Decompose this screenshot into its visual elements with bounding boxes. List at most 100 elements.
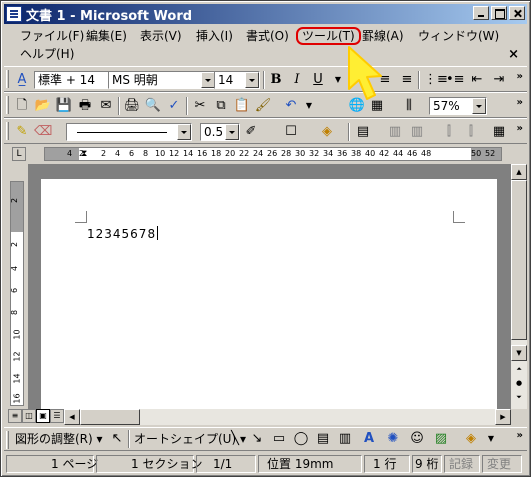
menu-insert[interactable]: 挿入(I) — [194, 27, 235, 45]
picture-icon[interactable]: ▨ — [432, 430, 450, 448]
numbering-icon[interactable]: ⋮≡ — [424, 71, 448, 89]
horizontal-scrollbar[interactable]: ≡ ◫ ▣ ☰ ◀ ▶ — [4, 409, 527, 425]
copy-icon[interactable]: ⧉ — [212, 97, 230, 115]
undo-dropdown-icon[interactable]: ▼ — [300, 97, 318, 115]
paste-icon[interactable]: 📋 — [233, 97, 251, 115]
menu-window[interactable]: ウィンドウ(W) — [416, 27, 501, 45]
oval-icon[interactable]: ◯ — [292, 430, 310, 448]
scroll-left-icon[interactable]: ◀ — [64, 409, 80, 425]
distribute-icon[interactable]: ⫿ — [462, 123, 480, 141]
vertical-scrollbar[interactable]: ▲ ▼ ⏶ ● ⏷ — [511, 164, 527, 409]
ruler-number: 12 — [169, 149, 180, 158]
table-autoformat-icon[interactable]: ▦ — [490, 123, 508, 141]
more-buttons-icon[interactable]: » — [517, 430, 523, 441]
chevron-down-icon[interactable] — [225, 124, 239, 140]
vertical-ruler[interactable]: 2 2 4 6 8 10 12 14 16 — [10, 181, 24, 406]
chevron-down-icon[interactable] — [177, 124, 191, 140]
outside-border-icon[interactable]: ☐ — [282, 123, 300, 141]
outline-view-icon[interactable]: ☰ — [50, 409, 64, 423]
shading-color-icon[interactable]: ◈ — [318, 123, 336, 141]
pointer-icon[interactable]: ↖ — [108, 430, 126, 448]
bullets-icon[interactable]: •≡ — [446, 71, 465, 89]
spelling-icon[interactable]: ✓ — [165, 97, 183, 115]
font-combo[interactable]: MS 明朝 — [108, 71, 216, 89]
normal-view-icon[interactable]: ≡ — [8, 409, 22, 423]
preview-icon[interactable]: 🔍 — [144, 97, 162, 115]
close-button[interactable] — [509, 6, 525, 20]
menu-edit[interactable]: 編集(E) — [84, 27, 129, 45]
insert-table-icon[interactable]: ▤ — [354, 123, 372, 141]
rectangle-icon[interactable]: ▭ — [270, 430, 288, 448]
indent-marker-icon[interactable]: ⧗ — [81, 148, 87, 160]
chevron-down-icon[interactable] — [201, 72, 215, 88]
next-page-icon[interactable]: ⏷ — [511, 390, 527, 406]
web-view-icon[interactable]: ◫ — [22, 409, 36, 423]
undo-icon[interactable]: ↶ — [282, 97, 300, 115]
status-trk[interactable]: 変更 — [482, 455, 522, 473]
cut-icon[interactable]: ✂ — [191, 97, 209, 115]
fill-color-icon[interactable]: ◈ — [462, 430, 480, 448]
chevron-down-icon[interactable] — [472, 98, 486, 114]
menu-view[interactable]: 表示(V) — [138, 27, 184, 45]
border-color-icon[interactable]: ✐ — [242, 123, 260, 141]
word-app-icon[interactable] — [6, 6, 22, 22]
more-buttons-icon[interactable]: » — [517, 71, 523, 82]
merge-cells-icon[interactable]: ▥ — [386, 123, 404, 141]
line-icon[interactable]: ╲ — [226, 430, 244, 448]
increase-indent-icon[interactable]: ⇥ — [490, 71, 508, 89]
pencil-icon[interactable]: ✎ — [13, 123, 31, 141]
vertical-textbox-icon[interactable]: ▥ — [336, 430, 354, 448]
document-text[interactable]: 12345678 — [87, 226, 159, 241]
line-weight-combo[interactable]: 0.5 — [200, 123, 240, 141]
scroll-down-icon[interactable]: ▼ — [511, 345, 527, 361]
ruler-number: 2 — [10, 241, 20, 248]
hscroll-track[interactable] — [140, 409, 495, 425]
bold-button[interactable]: B — [267, 71, 285, 89]
align-icon[interactable]: ⫿ — [440, 123, 458, 141]
format-painter-icon[interactable]: 🖌 — [254, 97, 272, 115]
print-icon[interactable]: 🖨 — [123, 97, 141, 115]
document-close-button[interactable]: × — [508, 47, 519, 62]
mail-icon[interactable]: ✉ — [97, 97, 115, 115]
clipart-icon[interactable]: ☺ — [408, 430, 426, 448]
menu-file[interactable]: ファイル(F) — [18, 27, 86, 45]
more-buttons-icon[interactable]: » — [517, 97, 523, 108]
open-icon[interactable]: 📂 — [34, 97, 52, 115]
eraser-icon[interactable]: ⌫ — [34, 123, 52, 141]
fill-dropdown-icon[interactable]: ▼ — [482, 430, 500, 448]
zoom-combo[interactable]: 57% — [429, 97, 487, 115]
line-style-combo[interactable] — [66, 123, 192, 141]
status-rec[interactable]: 記録 — [444, 455, 480, 473]
chevron-down-icon[interactable] — [245, 72, 259, 88]
menu-help[interactable]: ヘルプ(H) — [18, 45, 76, 63]
minimize-button[interactable] — [473, 6, 489, 20]
status-bar: 1 ページ 1 セクション 1/1 位置 19mm 1 行 9 桁 記録 変更 — [4, 453, 527, 475]
more-buttons-icon[interactable]: » — [517, 123, 523, 134]
columns-icon[interactable]: ⫼ — [400, 97, 418, 115]
scroll-thumb[interactable] — [511, 180, 527, 340]
justify-icon[interactable]: ≡ — [398, 71, 416, 89]
size-combo[interactable]: 14 — [214, 71, 260, 89]
scroll-right-icon[interactable]: ▶ — [495, 409, 511, 425]
document-page[interactable]: 12345678 — [41, 179, 497, 411]
permission-icon[interactable]: 🖶 — [76, 97, 94, 115]
print-layout-icon[interactable]: ▣ — [36, 409, 50, 423]
italic-button[interactable]: I — [288, 71, 306, 89]
draw-adjust-menu[interactable]: 図形の調整(R) ▾ — [13, 430, 105, 448]
tab-selector[interactable]: L — [12, 147, 26, 161]
textbox-icon[interactable]: ▤ — [314, 430, 332, 448]
wordart-icon[interactable]: A — [360, 430, 378, 448]
menu-format[interactable]: 書式(O) — [244, 27, 291, 45]
horizontal-ruler[interactable]: 4 2 2 4 6 8 10 12 14 16 18 20 22 24 26 2… — [44, 147, 502, 161]
split-cells-icon[interactable]: ▥ — [408, 123, 426, 141]
underline-button[interactable]: U — [309, 71, 327, 89]
hscroll-thumb[interactable] — [80, 409, 140, 425]
scroll-up-icon[interactable]: ▲ — [511, 164, 527, 180]
diagram-icon[interactable]: ✺ — [384, 430, 402, 448]
save-icon[interactable]: 💾 — [55, 97, 73, 115]
decrease-indent-icon[interactable]: ⇤ — [468, 71, 486, 89]
style-icon[interactable]: A̲ — [13, 71, 31, 89]
arrow-icon[interactable]: ↘ — [248, 430, 266, 448]
new-icon[interactable]: 🗋 — [13, 97, 31, 115]
maximize-button[interactable] — [491, 6, 507, 20]
